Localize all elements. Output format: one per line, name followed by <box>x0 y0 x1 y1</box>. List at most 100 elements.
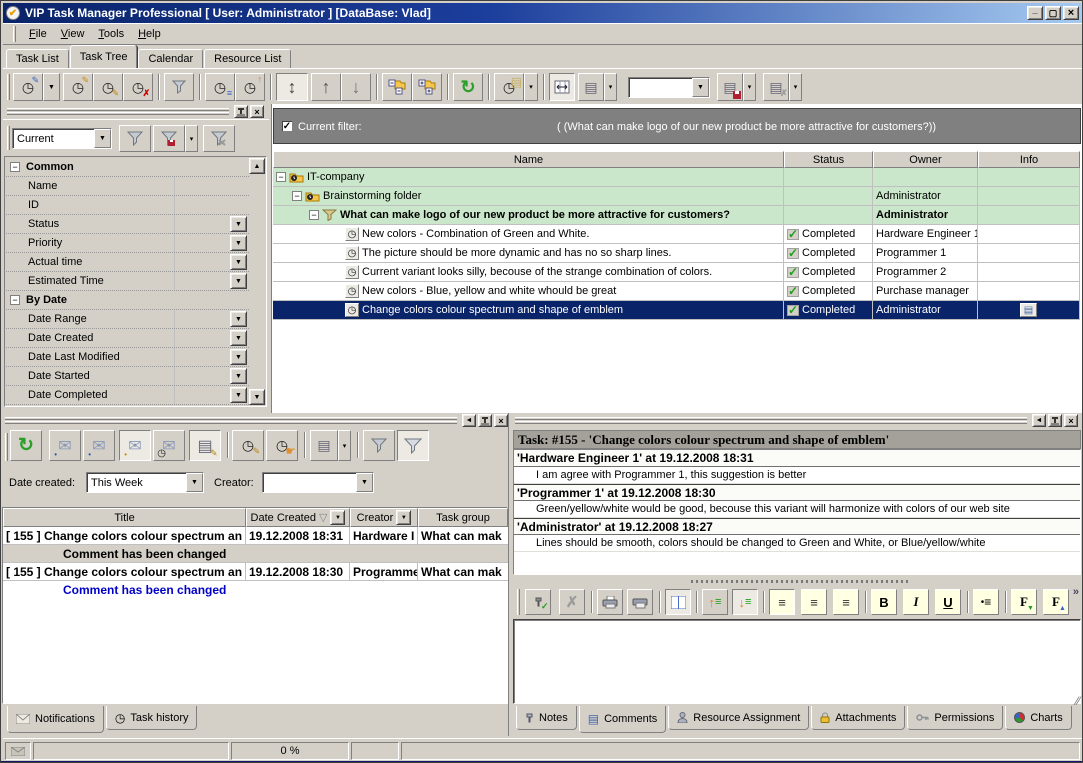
copy-paste-button[interactable]: ◷▤ <box>494 73 524 101</box>
decrease-font-button[interactable]: F▼ <box>1011 589 1037 615</box>
fit-columns-button[interactable] <box>549 73 575 101</box>
filter-preset-combo[interactable]: Current ▼ <box>12 128 112 149</box>
save-filter-dropdown[interactable]: ▾ <box>185 125 198 152</box>
comments-info-icon[interactable]: ▤ <box>1020 303 1037 317</box>
show-unread-toggle[interactable]: ✉• <box>119 430 151 461</box>
move-up-button[interactable]: ↑ <box>311 73 341 101</box>
tree-row-brainstorming-folder[interactable]: −Brainstorming folder Administrator <box>273 187 1080 206</box>
menu-file[interactable]: File <box>22 26 54 42</box>
tree-row-task[interactable]: ◷The picture should be more dynamic and … <box>273 244 1080 263</box>
tree-row-it-company[interactable]: −IT-company <box>273 168 1080 187</box>
filter-row-date-created[interactable]: Date Created▼ <box>6 329 249 348</box>
minimize-button[interactable]: _ <box>1027 6 1043 20</box>
column-header-info[interactable]: Info <box>978 151 1080 168</box>
collapse-icon[interactable]: − <box>10 295 20 305</box>
current-filter-checkbox[interactable]: ✓ <box>281 120 293 132</box>
chevron-down-icon[interactable]: ▼ <box>186 473 203 492</box>
save-layout-button[interactable]: ▤ <box>717 73 743 101</box>
delete-layout-dropdown[interactable]: ▾ <box>789 73 802 101</box>
column-header-task-group[interactable]: Task group <box>418 508 508 527</box>
tree-row-task[interactable]: ◷New colors - Combination of Green and W… <box>273 225 1080 244</box>
tree-row-task-group[interactable]: −What can make logo of our new product b… <box>273 206 1080 225</box>
refresh-button[interactable]: ↻ <box>453 73 483 101</box>
menu-view[interactable]: View <box>54 26 92 42</box>
notif-layout-button[interactable]: ▤ <box>310 430 338 461</box>
filter-row-date-range[interactable]: Date Range▼ <box>6 310 249 329</box>
layout-preset-combo[interactable]: ▼ <box>628 77 710 98</box>
duplicate-task-button[interactable]: ◷✎ <box>93 73 123 101</box>
column-header-status[interactable]: Status <box>784 151 873 168</box>
panel-grip[interactable] <box>7 112 229 115</box>
mark-all-read-button[interactable]: ✉• <box>83 430 115 461</box>
filter-group-by-date[interactable]: −By Date <box>6 291 249 310</box>
tab-attachments[interactable]: Attachments <box>811 706 905 730</box>
column-header-name[interactable]: Name <box>273 151 784 168</box>
dropdown-button[interactable]: ▼ <box>230 349 247 365</box>
tab-task-list[interactable]: Task List <box>6 49 69 68</box>
notification-comment-row[interactable]: Comment has been changed <box>3 581 508 599</box>
dropdown-button[interactable]: ▼ <box>230 254 247 270</box>
close-panel-button[interactable]: × <box>1064 414 1078 427</box>
grid-layout-dropdown[interactable]: ▾ <box>604 73 617 101</box>
filter-dropdown-button[interactable]: ▼ <box>396 510 411 525</box>
tab-notes[interactable]: Notes <box>516 706 577 730</box>
tab-resource-list[interactable]: Resource List <box>204 49 291 68</box>
pin-panel-button[interactable] <box>1048 414 1062 427</box>
tab-task-history[interactable]: ◷Task history <box>106 706 198 730</box>
panel-grip[interactable] <box>515 421 1027 424</box>
save-filter-button[interactable] <box>153 125 185 152</box>
dropdown-button[interactable]: ▼ <box>230 368 247 384</box>
filter-panel-toggle[interactable] <box>397 430 429 461</box>
expand-all-button[interactable] <box>412 73 442 101</box>
tab-notifications[interactable]: Notifications <box>7 706 104 733</box>
task-list-view-button[interactable]: ◷≡ <box>205 73 235 101</box>
print-button[interactable] <box>627 589 653 615</box>
refresh-notifications-button[interactable]: ↻ <box>10 430 42 461</box>
column-header-owner[interactable]: Owner <box>873 151 978 168</box>
scroll-up-button[interactable]: ▲ <box>249 158 265 174</box>
dropdown-button[interactable]: ▼ <box>230 387 247 403</box>
edit-task-button[interactable]: ◷✎ <box>63 73 93 101</box>
filter-row-name[interactable]: Name <box>6 177 249 196</box>
align-left-button[interactable]: ≡ <box>769 589 795 615</box>
toolbar-grip[interactable] <box>5 433 8 461</box>
filter-row-date-completed[interactable]: Date Completed▼ <box>6 386 249 405</box>
filter-group-common[interactable]: −Common <box>6 158 249 177</box>
menu-help[interactable]: Help <box>131 26 168 42</box>
collapse-icon[interactable]: − <box>309 210 319 220</box>
notification-row[interactable]: [ 155 ] Change colors colour spectrum an… <box>3 527 508 545</box>
collapse-icon[interactable]: − <box>292 191 302 201</box>
dropdown-button[interactable]: ▼ <box>230 235 247 251</box>
tree-row-task-selected[interactable]: ◷Change colors colour spectrum and shape… <box>273 301 1080 320</box>
panel-grip[interactable] <box>7 108 229 111</box>
sort-ascending-button[interactable]: ↑≡ <box>702 589 728 615</box>
collapse-all-button[interactable] <box>382 73 412 101</box>
splitter-handle[interactable] <box>691 580 911 583</box>
bold-button[interactable]: B <box>871 589 897 615</box>
select-task-button[interactable]: ◷☛ <box>266 430 298 461</box>
move-down-button[interactable]: ↓ <box>341 73 371 101</box>
clear-filter-button[interactable] <box>203 125 235 152</box>
apply-filter-button[interactable] <box>119 125 151 152</box>
panel-grip[interactable] <box>5 421 457 424</box>
undock-panel-button[interactable]: ◄ <box>1032 414 1046 427</box>
close-panel-button[interactable]: × <box>494 414 508 427</box>
dropdown-button[interactable]: ▼ <box>230 273 247 289</box>
toolbar-grip[interactable] <box>7 74 10 100</box>
tab-calendar[interactable]: Calendar <box>138 49 203 68</box>
delete-comment-button[interactable]: ✗ <box>559 589 585 615</box>
close-panel-button[interactable]: × <box>250 105 264 118</box>
chevron-down-icon[interactable]: ▼ <box>94 129 111 148</box>
title-bar[interactable]: ✔ VIP Task Manager Professional [ User: … <box>3 3 1082 23</box>
delete-task-button[interactable]: ◷✗ <box>123 73 153 101</box>
split-view-button[interactable] <box>665 589 691 615</box>
tab-comments[interactable]: ▤Comments <box>579 706 667 733</box>
italic-button[interactable]: I <box>903 589 929 615</box>
grid-layout-button[interactable]: ▤ <box>578 73 604 101</box>
goto-task-button[interactable]: ◷✎ <box>232 430 264 461</box>
post-comment-button[interactable]: ✓ <box>525 589 551 615</box>
filter-notifications-button[interactable] <box>363 430 395 461</box>
tab-resource-assignment[interactable]: Resource Assignment <box>668 706 809 730</box>
scroll-down-button[interactable]: ▼ <box>249 389 265 405</box>
mark-read-button[interactable]: ✉• <box>49 430 81 461</box>
